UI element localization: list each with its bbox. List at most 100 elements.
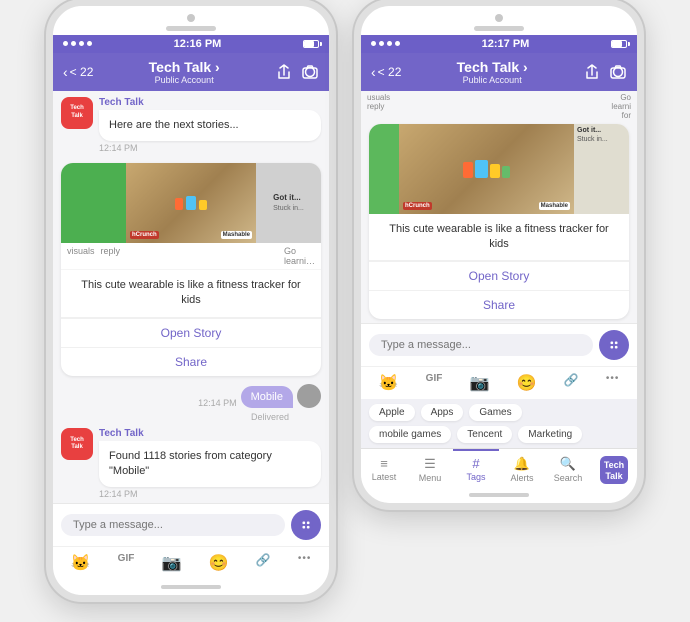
input-bar-1	[53, 503, 329, 546]
mashable-tag-1: Mashable	[221, 231, 252, 239]
signal-dots-1	[63, 41, 92, 46]
brand-tag-2: hCrunch	[403, 202, 432, 210]
tag-games[interactable]: Games	[469, 404, 521, 421]
tag-mobile-games[interactable]: mobile games	[369, 426, 451, 443]
menu-icon: ☰	[424, 456, 436, 472]
share-icon-1[interactable]	[275, 63, 293, 81]
bottom-icons-1: 🐱 GIF 📷 😊 🔗 •••	[53, 546, 329, 579]
tag-tencent[interactable]: Tencent	[457, 426, 512, 443]
own-avatar-1	[297, 384, 321, 408]
input-bar-2	[361, 323, 637, 366]
label-go: Golearni…	[284, 246, 315, 266]
nav-icons-2	[583, 63, 627, 81]
label-visuals-2: usualsreply	[367, 93, 390, 120]
tab-latest-label: Latest	[372, 472, 397, 482]
phone-2-top	[361, 6, 637, 35]
nav-center-1: Tech Talk › Public Account	[149, 59, 220, 85]
message-input-1[interactable]	[61, 514, 285, 536]
camera-bottom-icon-2[interactable]: 📷	[470, 373, 490, 393]
emoji-icon-2[interactable]: 😊	[517, 373, 537, 393]
link-icon-1[interactable]: 🔗	[256, 553, 271, 573]
status-time-1: 12:16 PM	[174, 38, 222, 50]
open-story-button-2[interactable]: Open Story	[369, 261, 629, 290]
camera-bottom-icon-1[interactable]: 📷	[162, 553, 182, 573]
camera-icon-2[interactable]	[609, 63, 627, 81]
tag-marketing[interactable]: Marketing	[518, 426, 582, 443]
emoji-row-2: mobile games Tencent Marketing	[361, 426, 637, 448]
tech-talk-badge: TechTalk	[600, 456, 628, 484]
delivered-text-1: Delivered	[53, 412, 329, 424]
tag-apps[interactable]: Apps	[421, 404, 464, 421]
img-green-2	[369, 124, 399, 214]
phone-1-top	[53, 6, 329, 35]
second-time-1: 12:14 PM	[99, 489, 321, 499]
label-reply: reply	[101, 246, 121, 266]
bottom-icons-2: 🐱 GIF 📷 😊 🔗 •••	[361, 366, 637, 399]
bubble-time-1: 12:14 PM	[99, 143, 321, 153]
own-message-row-1: 12:14 PM Mobile	[53, 380, 329, 412]
nav-subtitle-1: Public Account	[149, 75, 220, 85]
chevron-icon-1: ‹	[63, 64, 68, 80]
card-image-strip-1: hCrunch Mashable Got it... Stuck in...	[61, 163, 321, 243]
tab-menu[interactable]: ☰ Menu	[407, 449, 453, 487]
card-labels-row: visuals reply Golearni…	[61, 243, 321, 270]
tab-tags[interactable]: # Tags	[453, 449, 499, 487]
phone-1-bottom	[53, 579, 329, 595]
brand-tag-1: hCrunch	[130, 231, 159, 239]
tab-tech-talk[interactable]: TechTalk	[591, 449, 637, 487]
tab-search[interactable]: 🔍 Search	[545, 449, 591, 487]
card-widget-1: hCrunch Mashable Got it... Stuck in...	[61, 163, 321, 376]
img-main-2: hCrunch Mashable	[399, 124, 574, 214]
nav-icons-1	[275, 63, 319, 81]
battery-2	[611, 40, 627, 48]
search-icon: 🔍	[560, 456, 576, 472]
back-button-1[interactable]: ‹ < 22	[63, 64, 93, 80]
sticker-icon-1[interactable]: 🐱	[71, 553, 91, 573]
share-button-2[interactable]: Share	[369, 290, 629, 319]
tab-latest[interactable]: ≡ Latest	[361, 449, 407, 487]
tab-menu-label: Menu	[419, 473, 442, 483]
camera-1	[187, 14, 195, 22]
card-img-main-1: hCrunch Mashable	[126, 163, 256, 243]
message-input-2[interactable]	[369, 334, 593, 356]
card-title-1: This cute wearable is like a fitness tra…	[71, 278, 311, 309]
avatar-label-1: TechTalk	[70, 105, 84, 119]
tags-icon: #	[472, 456, 479, 471]
mashable-tag-2: Mashable	[539, 202, 570, 210]
send-button-1[interactable]	[291, 510, 321, 540]
more-icon-1[interactable]: •••	[298, 553, 312, 573]
open-story-button-1[interactable]: Open Story	[61, 318, 321, 347]
share-button-1[interactable]: Share	[61, 347, 321, 376]
card-img-green-1	[61, 163, 126, 243]
link-icon-2[interactable]: 🔗	[564, 373, 579, 393]
sender-name-1: Tech Talk	[99, 97, 321, 108]
card-image-2: hCrunch Mashable Got it... Stuck in...	[369, 124, 629, 214]
second-sender-1: Tech Talk	[99, 428, 321, 439]
camera-icon-1[interactable]	[301, 63, 319, 81]
got-it-label: Got it...	[577, 127, 626, 134]
chevron-icon-2: ‹	[371, 64, 376, 80]
speaker-2	[474, 26, 524, 31]
more-icon-2[interactable]: •••	[606, 373, 620, 393]
card-title-2: This cute wearable is like a fitness tra…	[379, 222, 619, 253]
tab-alerts[interactable]: 🔔 Alerts	[499, 449, 545, 487]
scrolled-labels-2: usualsreply Golearnifor	[361, 91, 637, 122]
back-button-2[interactable]: ‹ < 22	[371, 64, 401, 80]
second-bubble-1: Found 1118 stories from category "Mobile…	[99, 441, 321, 488]
gif-icon-1[interactable]: GIF	[118, 553, 135, 573]
tag-apple[interactable]: Apple	[369, 404, 415, 421]
emoji-icon-1[interactable]: 😊	[209, 553, 229, 573]
message-group-1: TechTalk Tech Talk Here are the next sto…	[53, 91, 329, 159]
emoji-row-1: Apple Apps Games	[361, 399, 637, 426]
share-icon-2[interactable]	[583, 63, 601, 81]
phone-1: 12:16 PM ‹ < 22 Tech Talk › Public Accou…	[46, 0, 336, 602]
card-widget-2: hCrunch Mashable Got it... Stuck in... T…	[369, 124, 629, 320]
bubble-text-1: Here are the next stories...	[109, 119, 239, 131]
gif-icon-2[interactable]: GIF	[426, 373, 443, 393]
sticker-icon-2[interactable]: 🐱	[379, 373, 399, 393]
second-bubble-text-1: Found 1118 stories from category "Mobile…	[109, 450, 272, 477]
img-side-2: Got it... Stuck in...	[574, 124, 629, 214]
nav-bar-2: ‹ < 22 Tech Talk › Public Account	[361, 53, 637, 91]
back-label-1: < 22	[70, 65, 94, 79]
send-button-2[interactable]	[599, 330, 629, 360]
